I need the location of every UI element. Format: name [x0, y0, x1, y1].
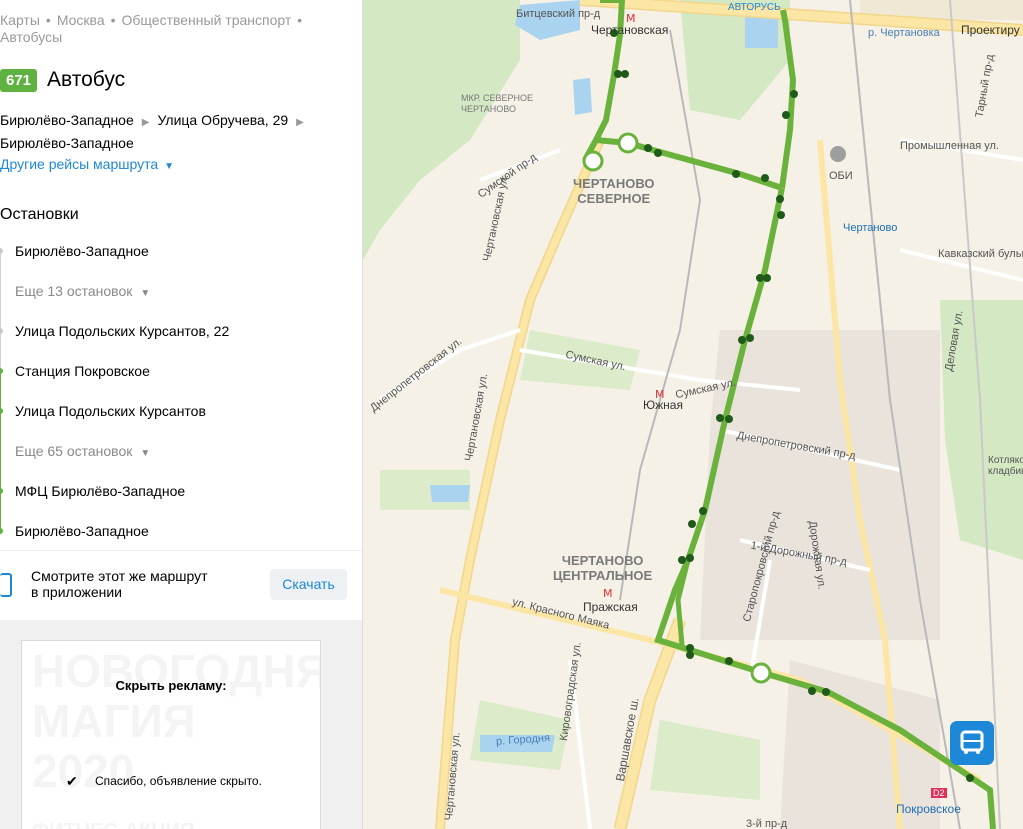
- ad-hide-title: Скрыть рекламу:: [115, 678, 227, 693]
- stop-label: Еще 13 остановок: [15, 283, 133, 299]
- ad-hidden-message: Спасибо, объявление скрыто.: [95, 774, 262, 788]
- breadcrumb-separator: •: [45, 12, 51, 28]
- app-promo: Смотрите этот же маршрут в приложении Ск…: [0, 550, 362, 621]
- breadcrumb-separator: •: [110, 12, 116, 28]
- route-direction: Бирюлёво-Западное ▶ Улица Обручева, 29 ▶ Бир…: [0, 110, 330, 153]
- bus-stop-pin[interactable]: [950, 721, 994, 765]
- map-label-chertanovka-river: р. Чертановка: [868, 27, 940, 39]
- stop-item[interactable]: Бирюлёво-Западное: [0, 240, 362, 294]
- map-label-chertanovskaya-station: Чертановская: [591, 23, 669, 37]
- map-label-mkr-severnoe: МКР. СЕВЕРНОЕ ЧЕРТАНОВО: [461, 93, 534, 114]
- chevron-down-icon: ▼: [140, 448, 151, 459]
- app-promo-text: Смотрите этот же маршрут в приложении: [31, 568, 241, 600]
- arrow-right-icon: ▶: [296, 117, 304, 128]
- map-label-proektir: Проектиру: [961, 23, 1020, 37]
- chevron-down-icon: ▼: [164, 161, 175, 172]
- checkmark-icon: ✔: [66, 773, 78, 789]
- map-canvas[interactable]: М М М Битцевский пр-д Чертановская АВТОР…: [363, 0, 1023, 829]
- ad-ghost-line4: ФИТНЕС-АКЦИЯ: [32, 820, 195, 829]
- stop-label: Бирюлёво-Западное: [15, 523, 149, 539]
- map-label-prazhskaya-station: Пражская: [583, 600, 638, 614]
- map-label-kotlyakovskoe: Котляковское кладбище: [988, 455, 1023, 477]
- map-label-chertanovo-station: Чертаново: [843, 222, 898, 234]
- breadcrumb: Карты • Москва • Общественный транспорт • Авто…: [0, 12, 320, 46]
- svg-text:М: М: [603, 587, 613, 600]
- stop-label: Еще 65 остановок: [15, 443, 133, 459]
- map-label-chertanovo-severnoe: ЧЕРТАНОВО СЕВЕРНОЕ: [573, 176, 655, 206]
- stop-label: Станция Покровское: [15, 363, 150, 379]
- stop-item[interactable]: Станция Покровское: [0, 360, 362, 414]
- bus-icon: [960, 730, 984, 754]
- route-number-badge: 671: [0, 68, 38, 92]
- ad-background-text: НОВОГОДНЯЯ МАГИЯ 2020 ФИТНЕС-АКЦИЯ: [32, 646, 320, 829]
- map-label-promyshlennaya: Промышленная ул.: [900, 140, 999, 152]
- stops-list: Бирюлёво-Западное Еще 13 остановок ▼ Улица …: [0, 240, 362, 560]
- page-title: Автобус: [47, 68, 126, 91]
- route-header: 671 Автобус: [0, 68, 125, 92]
- arrow-right-icon: ▶: [141, 117, 150, 128]
- phone-icon: [0, 573, 12, 597]
- stop-label: Улица Подольских Курсантов: [15, 403, 206, 419]
- breadcrumb-item-maps[interactable]: Карты: [0, 12, 40, 28]
- other-trips-label: Другие рейсы маршрута: [0, 156, 159, 172]
- direction-from: Бирюлёво-Западное: [0, 112, 134, 128]
- stop-label: МФЦ Бирюлёво-Западное: [15, 483, 186, 499]
- stop-label: Бирюлёво-Западное: [15, 243, 149, 259]
- app-promo-line2: в приложении: [31, 584, 122, 600]
- stops-heading: Остановки: [0, 206, 79, 223]
- more-stops-toggle[interactable]: Еще 65 остановок ▼: [0, 440, 362, 494]
- ad-area: НОВОГОДНЯЯ МАГИЯ 2020 ФИТНЕС-АКЦИЯ Скрыт…: [0, 620, 362, 829]
- map-label-bittsevsky-proezd: Битцевский пр-д: [516, 8, 601, 20]
- map-label-chertanovo-centralnoe: ЧЕРТАНОВО ЦЕНТРАЛЬНОЕ: [553, 553, 653, 583]
- direction-to: Бирюлёво-Западное: [0, 135, 134, 151]
- breadcrumb-item-transport[interactable]: Общественный транспорт: [122, 12, 292, 28]
- ad-ghost-line2: МАГИЯ: [32, 695, 196, 747]
- stop-item[interactable]: МФЦ Бирюлёво-Западное: [0, 480, 362, 534]
- stop-marker-icon: [0, 528, 3, 534]
- download-button[interactable]: Скачать: [270, 569, 347, 600]
- breadcrumb-item-moscow[interactable]: Москва: [57, 12, 105, 28]
- ad-banner: НОВОГОДНЯЯ МАГИЯ 2020 ФИТНЕС-АКЦИЯ Скрыт…: [21, 640, 321, 829]
- direction-via: Улица Обручева, 29: [157, 112, 289, 128]
- route-panel: Карты • Москва • Общественный транспорт • Авто…: [0, 0, 363, 829]
- stop-item[interactable]: Улица Подольских Курсантов: [0, 400, 362, 454]
- map-label-pokrovskoe-station: Покровское: [896, 802, 961, 816]
- chevron-down-icon: ▼: [140, 288, 151, 299]
- map-label-yuzhnaya-station: Южная: [643, 398, 683, 412]
- more-stops-toggle[interactable]: Еще 13 остановок ▼: [0, 280, 362, 334]
- stop-item[interactable]: Улица Подольских Курсантов, 22: [0, 320, 362, 374]
- stop-label: Улица Подольских Курсантов, 22: [15, 323, 230, 339]
- map-svg: М М М: [363, 0, 1023, 829]
- map-label-obi: ОБИ: [829, 170, 853, 182]
- ad-ghost-line3: 2020: [32, 745, 135, 797]
- map-label-3-proezd: 3-й пр-д: [746, 818, 788, 829]
- map-label-avtorus: АВТОРУСЬ: [728, 2, 781, 13]
- map-label-kavkazsky: Кавказский бульв.: [938, 248, 1023, 260]
- breadcrumb-separator: •: [297, 12, 303, 28]
- map-label-d2: D2: [931, 788, 947, 798]
- breadcrumb-item-buses[interactable]: Автобусы: [0, 29, 62, 45]
- app-promo-line1: Смотрите этот же маршрут: [31, 568, 208, 584]
- other-trips-dropdown[interactable]: Другие рейсы маршрута ▼: [0, 156, 174, 172]
